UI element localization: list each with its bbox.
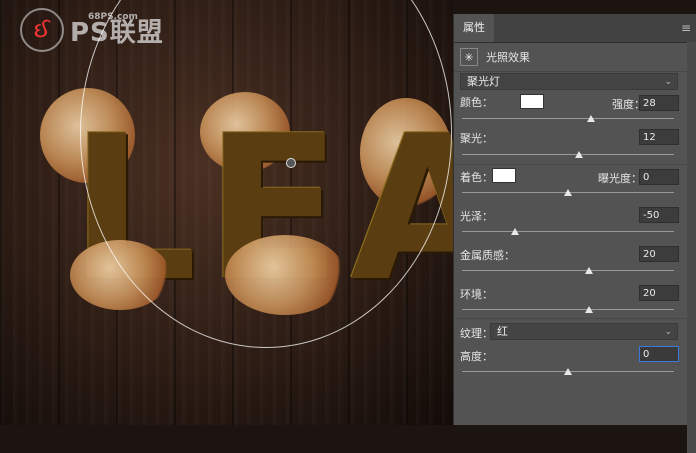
- hotspot-slider-thumb[interactable]: [574, 151, 583, 158]
- panel-tab-bar: 属性 ≡: [454, 14, 696, 43]
- hotspot-label: 聚光：: [460, 132, 493, 145]
- hotspot-input[interactable]: 12: [639, 129, 679, 145]
- texture-select[interactable]: 红 ⌄: [490, 323, 678, 340]
- gloss-input[interactable]: -50: [639, 207, 679, 223]
- intensity-input[interactable]: 28: [639, 95, 679, 111]
- intensity-slider-thumb[interactable]: [587, 115, 596, 122]
- light-type-value: 聚光灯: [467, 75, 500, 88]
- tab-properties[interactable]: 属性: [454, 14, 494, 42]
- document-canvas[interactable]: ઈ PS联盟 68PS.com L E A: [0, 0, 453, 425]
- texture-value: 红: [497, 325, 508, 338]
- metallic-label: 金属质感：: [460, 249, 515, 262]
- color-label: 颜色：: [460, 96, 493, 109]
- height-label: 高度：: [460, 350, 493, 363]
- ps-logo-icon: ઈ: [20, 8, 64, 52]
- lighting-effects-icon: ✳: [460, 48, 478, 66]
- exposure-label: 曝光度：: [598, 172, 642, 185]
- metallic-slider-thumb[interactable]: [585, 267, 594, 274]
- spotlight-center-handle[interactable]: [286, 158, 296, 168]
- ambience-input[interactable]: 20: [639, 285, 679, 301]
- light-type-select[interactable]: 聚光灯 ⌄: [460, 73, 678, 90]
- colorize-label: 着色：: [460, 171, 493, 184]
- panel-menu-icon[interactable]: ≡: [681, 21, 691, 35]
- section-divider: [454, 164, 696, 165]
- intensity-slider[interactable]: [462, 118, 674, 119]
- height-input[interactable]: 0: [639, 346, 679, 362]
- exposure-input[interactable]: 0: [639, 169, 679, 185]
- metallic-slider[interactable]: [462, 270, 674, 271]
- hotspot-slider[interactable]: [462, 154, 674, 155]
- chevron-down-icon: ⌄: [664, 327, 672, 337]
- colorize-swatch[interactable]: [492, 168, 516, 183]
- panel-scrollbar[interactable]: [687, 42, 696, 453]
- exposure-slider-thumb[interactable]: [564, 189, 572, 196]
- metallic-input[interactable]: 20: [639, 246, 679, 262]
- gloss-slider-thumb[interactable]: [511, 228, 519, 235]
- chevron-down-icon: ⌄: [664, 77, 672, 87]
- ambience-slider-thumb[interactable]: [585, 306, 594, 313]
- ambience-label: 环境：: [460, 288, 493, 301]
- gloss-label: 光泽：: [460, 210, 493, 223]
- ambience-slider[interactable]: [462, 309, 674, 310]
- properties-panel: 属性 ≡ ✳ 光照效果 聚光灯 ⌄ 颜色： 强度： 28 聚光： 12 着色： …: [453, 14, 696, 453]
- texture-label: 纹理：: [460, 327, 493, 340]
- gloss-slider[interactable]: [462, 231, 674, 232]
- section-divider: [454, 318, 696, 319]
- height-slider-thumb[interactable]: [564, 368, 572, 375]
- light-color-swatch[interactable]: [520, 94, 544, 109]
- effect-header: ✳ 光照效果: [454, 43, 696, 72]
- effect-title: 光照效果: [486, 51, 530, 64]
